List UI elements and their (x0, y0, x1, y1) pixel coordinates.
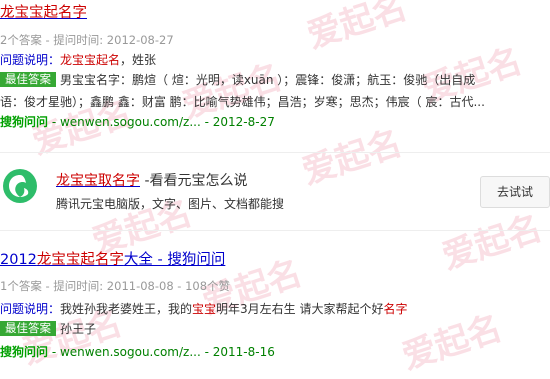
source-name[interactable]: 搜狗问问 (0, 115, 48, 129)
result-title-rest[interactable]: 大全 - 搜狗问问 (124, 252, 225, 268)
question-highlight: 名字 (383, 302, 408, 316)
result-meta: 1个答案 - 提问时间: 2011-08-08 - 108个赞 (0, 279, 231, 293)
source-url[interactable]: - wenwen.sogou.com/z... - 2012-8-27 (48, 115, 275, 129)
question-label: 问题说明： (0, 53, 61, 67)
question-text: 明年3月左右生 请大家帮起个好 (216, 302, 384, 316)
watermark: 爱起名 (302, 0, 412, 57)
divider (0, 152, 550, 153)
ad-title-rest: -看看元宝怎么说 (140, 173, 248, 189)
result-title-prefix[interactable]: 2012 (0, 252, 37, 268)
yuanbao-logo-icon (3, 169, 37, 203)
question-label: 问题说明： (0, 302, 61, 316)
source-url[interactable]: - wenwen.sogou.com/z... - 2011-8-16 (48, 345, 275, 359)
answer-line: 最佳答案 男宝宝名字：鹏煊（ 煊：光明，读xuān ）；震锋：俊潇；航玉：俊驰（出… (0, 71, 475, 89)
answer-text: 孙王子 (60, 322, 97, 336)
question-text: ，姓张 (120, 53, 157, 67)
watermark: 爱起名 (297, 123, 407, 193)
result-title-highlight[interactable]: 龙宝宝起名字 (37, 252, 124, 268)
ad-title-link[interactable]: 龙宝宝取名字 (56, 173, 140, 189)
source-name[interactable]: 搜狗问问 (0, 345, 48, 359)
try-button[interactable]: 去试试 (480, 176, 550, 208)
question-highlight: 龙宝宝起名 (60, 53, 121, 67)
answer-text: 男宝宝名字：鹏煊（ 煊：光明，读xuān ）；震锋：俊潇；航玉：俊驰（出自成 (60, 73, 476, 87)
best-answer-badge: 最佳答案 (0, 72, 56, 87)
ad-title[interactable]: 龙宝宝取名字 -看看元宝怎么说 (56, 172, 248, 190)
result-title-highlight[interactable]: 龙宝宝起名字 (0, 5, 87, 21)
result-source[interactable]: 搜狗问问 - wenwen.sogou.com/z... - 2011-8-16 (0, 343, 275, 361)
ad-title-highlight[interactable]: 龙宝宝取名字 (56, 173, 140, 189)
question-line: 问题说明：我姓孙我老婆姓王，我的宝宝明年3月左右生 请大家帮起个好名字 (0, 300, 408, 318)
watermark: 爱起名 (437, 208, 547, 278)
question-highlight: 宝宝 (192, 302, 217, 316)
result-meta: 2个答案 - 提问时间: 2012-08-27 (0, 33, 174, 47)
watermark: 爱起名 (397, 308, 507, 378)
question-text: 我姓孙我老婆姓王，我的 (60, 302, 193, 316)
answer-line-2: 语：俊才星驰）；鑫鹏 鑫：财富 鹏：比喻气势雄伟；昌浩；岁寒；思杰；伟宸（ 宸：… (0, 95, 485, 109)
divider (0, 230, 550, 231)
result-title-link[interactable]: 龙宝宝起名字 (0, 4, 87, 22)
answer-line: 最佳答案 孙王子 (0, 320, 96, 338)
ad-description: 腾讯元宝电脑版，文字、图片、文档都能搜 (56, 197, 285, 211)
best-answer-badge: 最佳答案 (0, 321, 56, 336)
question-line: 问题说明：龙宝宝起名，姓张 (0, 51, 156, 69)
result-source[interactable]: 搜狗问问 - wenwen.sogou.com/z... - 2012-8-27 (0, 113, 275, 131)
result-title-link[interactable]: 2012龙宝宝起名字大全 - 搜狗问问 (0, 251, 225, 269)
